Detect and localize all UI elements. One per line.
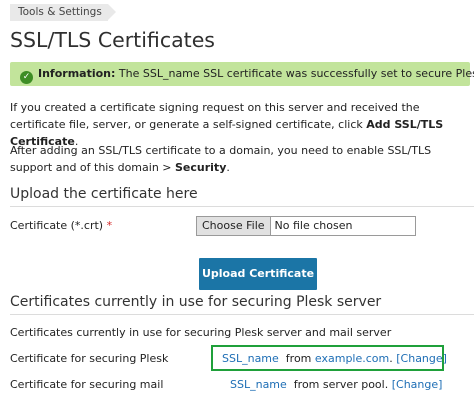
intro-paragraph-2: After adding an SSL/TLS certificate to a… — [10, 144, 432, 174]
security-link[interactable]: Security — [175, 161, 226, 174]
upload-certificate-button[interactable]: Upload Certificate — [199, 258, 317, 290]
mail-cert-label: Certificate for securing mail — [10, 378, 164, 391]
mail-change-link[interactable]: [Change] — [392, 378, 443, 391]
plesk-cert-link[interactable]: SSL_name — [222, 352, 279, 365]
certificate-label-text: Certificate (*.crt) — [10, 219, 104, 232]
required-mark: * — [106, 219, 113, 232]
success-message: ✓ Information: The SSL_name SSL certifica… — [10, 62, 474, 86]
breadcrumb[interactable]: Tools & Settings — [10, 4, 116, 21]
check-icon: ✓ — [20, 71, 33, 84]
message-text-before: The — [118, 67, 140, 80]
plesk-domain-link[interactable]: example.com — [315, 352, 389, 365]
message-cert-name: SSL_name — [142, 67, 200, 80]
upload-heading: Upload the certificate here — [10, 186, 198, 202]
no-file-text: No file chosen — [274, 219, 353, 232]
mail-cert-value: SSL_name from server pool. [Change] — [230, 378, 442, 391]
upload-divider — [10, 206, 474, 207]
plesk-cert-value: SSL_name from example.com. [Change] — [222, 352, 447, 365]
intro-p1-text: If you created a certificate signing req… — [10, 101, 420, 131]
plesk-change-link[interactable]: [Change] — [396, 352, 447, 365]
mail-cert-link[interactable]: SSL_name — [230, 378, 287, 391]
page-title: SSL/TLS Certificates — [10, 28, 215, 52]
message-text-after: SSL certificate was successfully set to … — [203, 67, 474, 80]
choose-file-button[interactable]: Choose File — [197, 217, 271, 235]
certificate-label: Certificate (*.crt) * — [10, 219, 112, 232]
certificate-file-input[interactable]: Choose File No file chosen — [196, 216, 416, 236]
plesk-cert-label: Certificate for securing Plesk — [10, 352, 169, 365]
mail-from-text: from server pool. — [293, 378, 389, 391]
plesk-from-text: from — [285, 352, 312, 365]
in-use-divider — [10, 314, 474, 315]
message-prefix: Information: — [38, 67, 116, 80]
in-use-description: Certificates currently in use for securi… — [10, 326, 392, 339]
in-use-heading: Certificates currently in use for securi… — [10, 294, 382, 310]
